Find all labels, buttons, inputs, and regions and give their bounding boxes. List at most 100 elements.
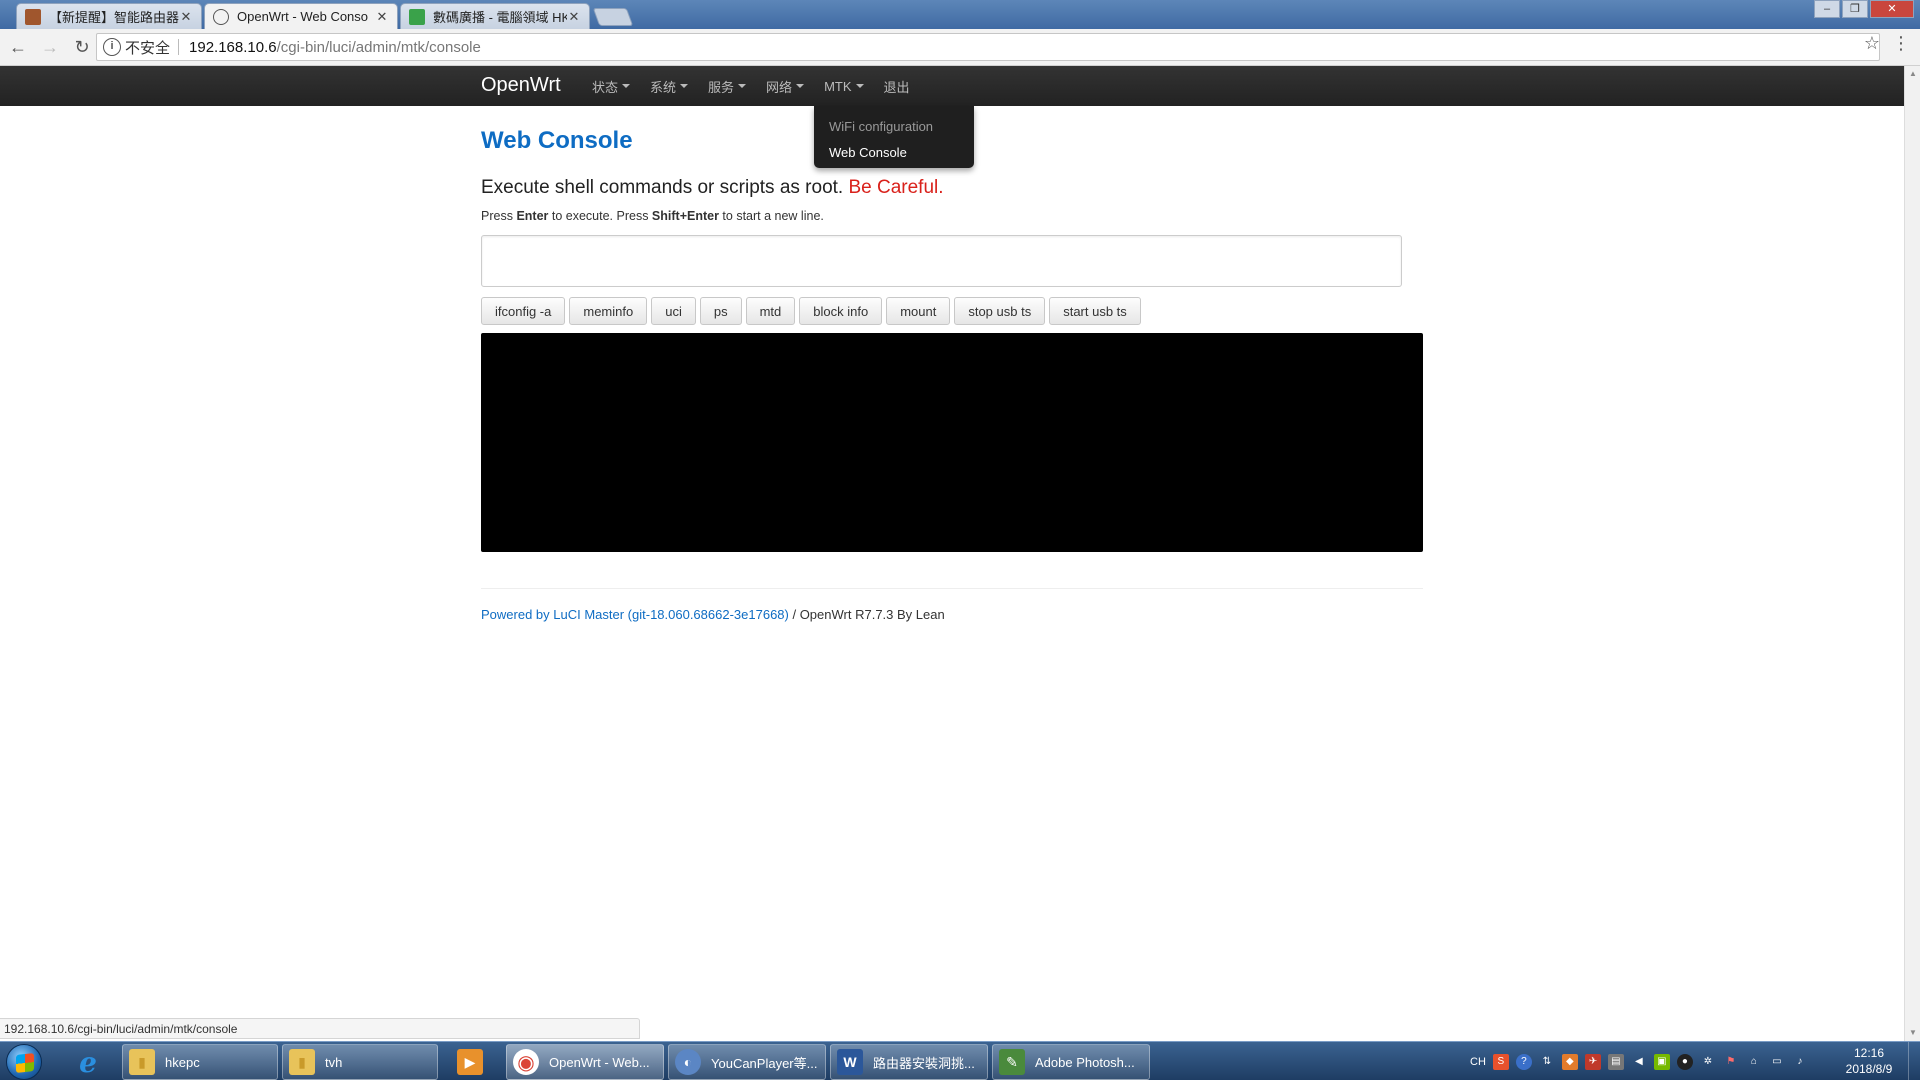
nav-item-label: 服务 [708,79,735,95]
menu-item-web-console[interactable]: Web Console [814,140,974,166]
app-tray-icon[interactable]: ✈ [1584,1054,1601,1070]
qq-icon[interactable]: ● [1676,1054,1693,1070]
bookmark-star-icon[interactable]: ☆ [1864,33,1880,54]
insecure-label[interactable]: 不安全 [125,37,170,58]
shift-enter-key-label: Shift+Enter [651,209,719,223]
settings-gear-icon[interactable]: ✲ [1700,1054,1716,1070]
console-output[interactable] [481,333,1423,552]
taskbar-window-chrome[interactable]: ◉ OpenWrt - Web... [506,1044,664,1080]
scroll-up-icon[interactable]: ▲ [1905,66,1920,82]
tab-hkepc[interactable]: 數碼廣播 - 電腦領域 HK ✕ [400,3,590,29]
nav-item-system[interactable]: 系统 [640,77,698,96]
windows-logo-icon [16,1053,34,1073]
tab-forum[interactable]: 【新提醒】智能路由器系 ✕ [16,3,202,29]
minimize-button[interactable]: – [1814,0,1840,18]
caret-down-icon [622,84,631,88]
show-desktop-button[interactable] [1908,1042,1920,1080]
footer-divider [481,588,1423,589]
usage-hint: Press Enter to execute. Press Shift+Ente… [481,209,824,223]
url-host: 192.168.10.6 [189,38,277,56]
taskbar-ie[interactable]: e [62,1044,114,1080]
taskbar-window-hkepc[interactable]: ▮ hkepc [122,1044,278,1080]
nav-item-network[interactable]: 网络 [756,77,814,96]
tab-title: 數碼廣播 - 電腦領域 HK [433,10,567,25]
nav-item-status[interactable]: 状态 [582,77,640,96]
openwrt-navbar: OpenWrt 状态 系统 服务 网络 MTK 退出 [0,66,1904,106]
menu-item-wifi-configuration[interactable]: WiFi configuration [814,114,974,140]
tab-openwrt[interactable]: OpenWrt - Web Conso ✕ [204,3,398,29]
close-icon[interactable]: ✕ [375,9,389,25]
volume-icon[interactable]: ♪ [1792,1054,1808,1070]
info-icon[interactable]: i [103,38,121,56]
lead-text: Execute shell commands or scripts as roo… [481,177,944,199]
new-tab-button[interactable] [592,8,634,26]
globe-favicon-icon [213,8,229,25]
mtd-button[interactable]: mtd [745,297,796,325]
url-path: /cgi-bin/luci/admin/mtk/console [276,38,481,56]
printer-icon[interactable]: ▤ [1607,1054,1624,1070]
taskbar-media-player[interactable]: ▶ [444,1044,496,1080]
ps-button[interactable]: ps [699,297,742,325]
taskbar-window-photoshop[interactable]: ✎ Adobe Photosh... [992,1044,1150,1080]
clock-date: 2018/8/9 [1845,1062,1893,1076]
reload-button[interactable]: ↻ [68,33,96,61]
mount-button[interactable]: mount [886,297,951,325]
photoshop-icon: ✎ [999,1049,1025,1075]
brand-logo[interactable]: OpenWrt [481,74,561,97]
tab-title: OpenWrt - Web Conso [237,9,369,24]
security-shield-icon[interactable]: ◆ [1561,1054,1578,1070]
audio-device-icon[interactable]: ◀ [1631,1054,1647,1070]
taskbar-label: OpenWrt - Web... [549,1054,650,1070]
start-usb-ts-button[interactable]: start usb ts [1049,297,1141,325]
start-button[interactable] [6,1044,42,1080]
input-language-indicator[interactable]: CH [1470,1054,1486,1070]
action-center-flag-icon[interactable]: ⚑ [1723,1054,1739,1070]
clock-time: 12:16 [1853,1046,1885,1060]
luci-link[interactable]: Powered by LuCI Master (git-18.060.68662… [481,607,789,622]
nvidia-icon[interactable]: ▣ [1653,1054,1670,1070]
status-url-bubble: 192.168.10.6/cgi-bin/luci/admin/mtk/cons… [0,1018,640,1039]
block-info-button[interactable]: block info [799,297,883,325]
page-scrollbar[interactable]: ▲ ▼ [1904,66,1920,1041]
close-window-button[interactable]: ✕ [1870,0,1914,18]
nav-item-mtk[interactable]: MTK [814,79,873,94]
taskbar-label: 路由器安裝洞挑... [873,1055,975,1071]
nav-menu: 状态 系统 服务 网络 MTK 退出 [582,66,920,106]
network-activity-icon[interactable]: ⇅ [1539,1054,1555,1070]
sogou-ime-icon[interactable]: S [1492,1054,1509,1070]
caret-down-icon [855,84,864,88]
taskbar-label: YouCanPlayer等... [711,1055,818,1071]
nav-item-label: MTK [824,78,852,94]
usb-icon[interactable]: ⌂ [1746,1054,1762,1070]
page-footer: Powered by LuCI Master (git-18.060.68662… [481,607,945,622]
word-icon: W [837,1049,863,1075]
ifconfig-button[interactable]: ifconfig -a [481,297,566,325]
uci-button[interactable]: uci [651,297,696,325]
nav-item-label: 系统 [650,79,677,95]
address-bar[interactable]: i 不安全 192.168.10.6 /cgi-bin/luci/admin/m… [96,33,1880,61]
nav-item-label: 网络 [766,79,793,95]
taskbar-window-tvh[interactable]: ▮ tvh [282,1044,438,1080]
lead-description: Execute shell commands or scripts as roo… [481,177,849,198]
nav-item-logout[interactable]: 退出 [874,77,920,96]
tab-title: 【新提醒】智能路由器系 [49,10,179,25]
taskbar-window-youcanplayer[interactable]: ◐ YouCanPlayer等... [668,1044,826,1080]
scroll-down-icon[interactable]: ▼ [1905,1025,1920,1041]
browser-menu-icon[interactable]: ⋮ [1892,33,1910,54]
back-button[interactable]: ← [4,33,32,61]
warning-text: Be Careful. [848,177,944,198]
close-icon[interactable]: ✕ [179,9,193,25]
taskbar-window-word[interactable]: W 路由器安裝洞挑... [830,1044,988,1080]
system-clock[interactable]: 12:16 2018/8/9 [1838,1045,1900,1077]
nav-item-services[interactable]: 服务 [698,77,756,96]
command-input[interactable] [481,235,1402,287]
caret-down-icon [796,84,805,88]
network-icon[interactable]: ▭ [1769,1054,1785,1070]
hint-text: Press [481,209,517,223]
close-icon[interactable]: ✕ [567,9,581,25]
meminfo-button[interactable]: meminfo [569,297,648,325]
help-icon[interactable]: ? [1515,1054,1532,1070]
forward-button[interactable]: → [36,33,64,61]
maximize-button[interactable]: ❐ [1842,0,1868,18]
stop-usb-ts-button[interactable]: stop usb ts [954,297,1046,325]
